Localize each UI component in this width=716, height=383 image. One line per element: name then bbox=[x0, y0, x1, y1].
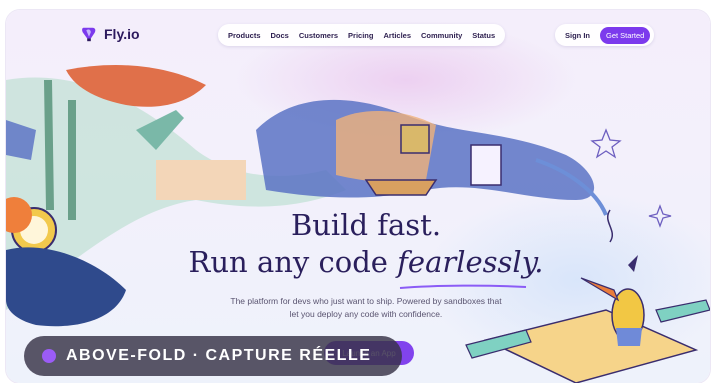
nav-status[interactable]: Status bbox=[472, 31, 495, 40]
illustration-bench-right bbox=[655, 299, 710, 323]
hero-headline-emphasis: fearlessly. bbox=[397, 245, 544, 279]
illustration-bird-beak bbox=[580, 277, 620, 302]
sign-in-button[interactable]: Sign In bbox=[559, 31, 596, 40]
illustration-building bbox=[470, 144, 502, 186]
illustration-stairs bbox=[156, 160, 246, 200]
nav-community[interactable]: Community bbox=[421, 31, 462, 40]
illustration-night-blob bbox=[6, 247, 126, 327]
get-started-button[interactable]: Get Started bbox=[600, 26, 651, 44]
hero-illustration bbox=[6, 65, 710, 383]
badge-dot-icon bbox=[42, 349, 56, 363]
star-icon bbox=[590, 128, 622, 159]
illustration-squiggle bbox=[607, 209, 613, 243]
brand-logo[interactable]: Fly.io bbox=[80, 25, 140, 43]
nav-pricing[interactable]: Pricing bbox=[348, 31, 373, 40]
main-nav: Products Docs Customers Pricing Articles… bbox=[218, 24, 506, 46]
illustration-boat bbox=[364, 179, 438, 196]
hero-headline-line1: Build fast. bbox=[290, 208, 442, 242]
hero-headline-line2: Run any code fearlessly. bbox=[166, 245, 566, 279]
illustration-house bbox=[400, 124, 430, 154]
sparkle-icon bbox=[648, 204, 672, 228]
headline-underline bbox=[399, 284, 527, 289]
nav-products[interactable]: Products bbox=[228, 31, 261, 40]
hero-subtitle: The platform for devs who just want to s… bbox=[206, 295, 526, 321]
nav-articles[interactable]: Articles bbox=[383, 31, 411, 40]
illustration-bird-crest bbox=[628, 255, 638, 272]
page-frame: Fly.io Products Docs Customers Pricing A… bbox=[6, 10, 710, 383]
hero-subtitle-line1: The platform for devs who just want to s… bbox=[230, 296, 502, 306]
illustration-bird-shirt bbox=[616, 328, 642, 346]
fly-balloon-logo-icon bbox=[82, 27, 96, 42]
brand-name: Fly.io bbox=[104, 26, 140, 42]
auth-group: Sign In Get Started bbox=[555, 24, 655, 46]
capture-badge: ABOVE-FOLD · CAPTURE RÉELLE bbox=[24, 336, 402, 376]
hero-headline-prefix: Run any code bbox=[188, 245, 398, 279]
nav-docs[interactable]: Docs bbox=[271, 31, 289, 40]
badge-text: ABOVE-FOLD · CAPTURE RÉELLE bbox=[66, 347, 372, 364]
hero-subtitle-line2: let you deploy any code with confidence. bbox=[289, 309, 443, 319]
nav-customers[interactable]: Customers bbox=[299, 31, 338, 40]
